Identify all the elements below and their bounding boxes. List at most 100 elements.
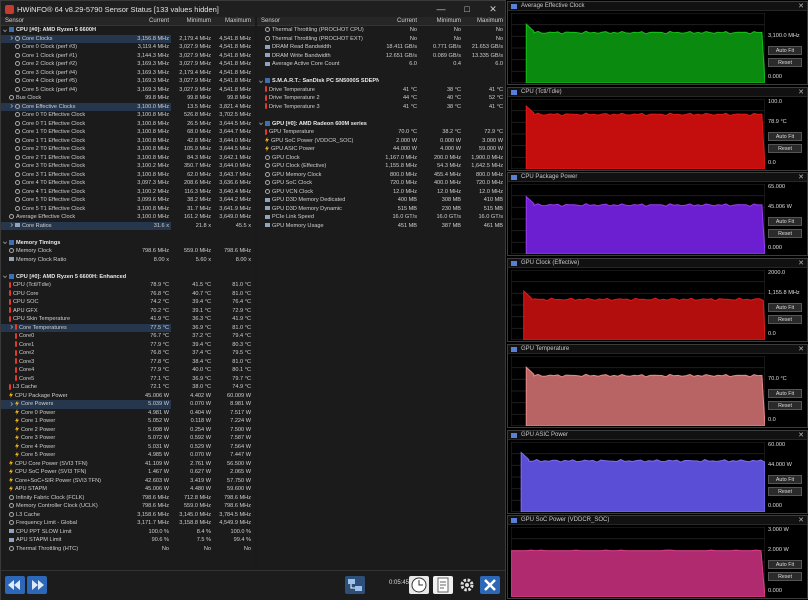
- graph-panel[interactable]: GPU SoC Power (VDDCR_SOC) ✕ 3.000 W 2.000 W…: [507, 515, 808, 600]
- sensor-row[interactable]: GPU Clock (Effective) 1,155.8 MHz 54.3 MHz…: [257, 162, 505, 171]
- title-bar[interactable]: HWiNFO® 64 v8.29-5790 Sensor Status [133…: [1, 1, 505, 17]
- graph-titlebar[interactable]: Average Effective Clock ✕: [508, 2, 807, 11]
- sensor-row[interactable]: GPU SoC Power (VDDCR_SOC) 2.000 W 0.000 W 3…: [257, 137, 505, 146]
- sensor-row[interactable]: Core 3 Clock (perf #4) 3,169.3 MHz 2,179.4…: [1, 69, 255, 78]
- sensor-row[interactable]: Core 3 T0 Effective Clock 3,100.2 MHz 350.…: [1, 162, 255, 171]
- sensor-row[interactable]: Core 0 T0 Effective Clock 3,100.8 MHz 526.…: [1, 111, 255, 120]
- sensor-row[interactable]: APU STAPM Limit 90.6 % 7.5 % 99.4 %: [1, 536, 255, 545]
- sensor-row[interactable]: GPU D3D Memory Dedicated 400 MB 308 MB 410 …: [257, 196, 505, 205]
- reset-button[interactable]: Reset: [768, 58, 802, 67]
- sensor-row[interactable]: Core 4 T1 Effective Clock 3,100.2 MHz 116.…: [1, 188, 255, 197]
- header-current[interactable]: Current: [137, 17, 171, 25]
- sensor-row[interactable]: Core 1 T0 Effective Clock 3,100.8 MHz 68.0…: [1, 128, 255, 137]
- sensor-pane-right[interactable]: Sensor Current Minimum Maximum Thermal T…: [257, 17, 505, 570]
- expand-chevron-icon[interactable]: [3, 274, 7, 278]
- sensor-row[interactable]: Core2 76.8 °C 37.4 °C 79.5 °C: [1, 349, 255, 358]
- sensor-row[interactable]: GPU Memory Clock 800.0 MHz 455.4 MHz 800.0 …: [257, 171, 505, 180]
- close-button[interactable]: ✕: [481, 1, 505, 17]
- auto-fit-button[interactable]: Auto Fit: [768, 46, 802, 55]
- sensor-row[interactable]: Core1 77.9 °C 39.4 °C 80.3 °C: [1, 341, 255, 350]
- close-icon[interactable]: ✕: [798, 516, 804, 525]
- sensor-row[interactable]: Core 4 Clock (perf #5) 3,169.3 MHz 3,027.9…: [1, 77, 255, 86]
- sensor-row[interactable]: DRAM Read Bandwidth 18.411 GB/s 0.771 GB/s…: [257, 43, 505, 52]
- sensor-row[interactable]: Memory Controller Clock (UCLK) 798.6 MHz 5…: [1, 502, 255, 511]
- auto-fit-button[interactable]: Auto Fit: [768, 474, 802, 484]
- header-sensor[interactable]: Sensor: [257, 17, 379, 25]
- network-button[interactable]: [345, 576, 365, 594]
- sensor-row[interactable]: Bus Clock 99.8 MHz 99.8 MHz 99.8 MHz: [1, 94, 255, 103]
- expand-chevron-icon[interactable]: [3, 240, 7, 244]
- sensor-row[interactable]: CPU Package Power 45.006 W 4.402 W 60.009 W: [1, 392, 255, 401]
- sensor-row[interactable]: Core 0 T1 Effective Clock 3,100.8 MHz 26.5…: [1, 120, 255, 129]
- auto-fit-button[interactable]: Auto Fit: [768, 217, 802, 227]
- sensor-row[interactable]: GPU VCN Clock 12.0 MHz 12.0 MHz 12.0 MHz: [257, 188, 505, 197]
- sensor-row[interactable]: Memory Clock Ratio 8.00 x 5.60 x 8.00 x: [1, 256, 255, 265]
- sensor-row[interactable]: Core3 77.8 °C 38.4 °C 81.0 °C: [1, 358, 255, 367]
- sensor-row[interactable]: Core 5 Clock (perf #4) 3,169.3 MHz 3,027.9…: [1, 86, 255, 95]
- header-minimum[interactable]: Minimum: [419, 17, 463, 25]
- sensor-row[interactable]: Core0 76.7 °C 37.2 °C 79.4 °C: [1, 332, 255, 341]
- sensor-group-header[interactable]: CPU [#0]: AMD Ryzen 5 6600H: Enhanced: [1, 273, 255, 282]
- graph-panel[interactable]: Average Effective Clock ✕ 3,100.0 MHz Auto …: [507, 1, 808, 85]
- sensor-group-header[interactable]: S.M.A.R.T.: SanDisk PC SN5000S SDEPNSJ-1…: [257, 77, 505, 86]
- sensor-row[interactable]: Core 0 Power 4.981 W 0.404 W 7.517 W: [1, 409, 255, 418]
- graph-titlebar[interactable]: GPU ASIC Power ✕: [508, 430, 807, 440]
- reset-button[interactable]: Reset: [768, 315, 802, 325]
- close-icon[interactable]: ✕: [798, 259, 804, 268]
- graph-titlebar[interactable]: CPU (Tctl/Tdie) ✕: [508, 87, 807, 97]
- expand-chevron-icon[interactable]: [259, 121, 263, 125]
- expand-chevron-icon[interactable]: [3, 27, 7, 32]
- close-icon[interactable]: ✕: [798, 2, 804, 11]
- sensor-row[interactable]: Core+SoC+SIR Power (SVI3 TFN) 42.603 W 3.4…: [1, 477, 255, 486]
- sensor-row[interactable]: APU STAPM 45.006 W 4.480 W 59.600 W: [1, 485, 255, 494]
- sensor-row[interactable]: Core Ratios 31.6 x 21.8 x 45.5 x: [1, 221, 255, 230]
- sensor-row[interactable]: APU GFX 70.2 °C 39.1 °C 72.9 °C: [1, 307, 255, 316]
- sensor-row[interactable]: Thermal Throttling (HTC) No No No: [1, 545, 255, 554]
- graph-titlebar[interactable]: CPU Package Power ✕: [508, 173, 807, 183]
- close-icon[interactable]: ✕: [798, 431, 804, 440]
- reset-button[interactable]: Reset: [768, 143, 802, 153]
- sensor-row[interactable]: Core Effective Clocks 3,100.0 MHz 13.5 MHz…: [1, 102, 255, 111]
- sensor-row[interactable]: GPU Memory Usage 451 MB 387 MB 461 MB: [257, 222, 505, 231]
- sensor-row[interactable]: Core Powers 5.039 W 0.070 W 8.981 W: [1, 400, 255, 409]
- header-maximum[interactable]: Maximum: [463, 17, 505, 25]
- sensor-row[interactable]: Thermal Throttling (PROCHOT CPU) No No No: [257, 26, 505, 35]
- sensor-row[interactable]: Memory Clock 798.6 MHz 559.0 MHz 798.6 MHz: [1, 247, 255, 256]
- sensor-row[interactable]: Frequency Limit - Global 3,171.7 MHz 3,158…: [1, 519, 255, 528]
- sensor-row[interactable]: CPU (Tctl/Tdie) 78.9 °C 41.5 °C 81.0 °C: [1, 281, 255, 290]
- collapse-chevron-icon[interactable]: [9, 325, 13, 329]
- reset-button[interactable]: Reset: [768, 486, 802, 496]
- sensor-row[interactable]: Core 5 T1 Effective Clock 3,100.8 MHz 31.7…: [1, 205, 255, 214]
- sensor-row[interactable]: Core 3 Power 5.072 W 0.592 W 7.587 W: [1, 434, 255, 443]
- graph-panel[interactable]: GPU Temperature ✕ 70.0 °C Auto Fit Reset 0.0: [507, 343, 808, 428]
- sensor-row[interactable]: L3 Cache 3,158.6 MHz 3,145.0 MHz 3,784.5 MH…: [1, 511, 255, 520]
- collapse-chevron-icon[interactable]: [9, 223, 13, 227]
- sensor-row[interactable]: DRAM Write Bandwidth 12.651 GB/s 0.089 GB/…: [257, 52, 505, 61]
- sensor-row[interactable]: Drive Temperature 3 41 °C 38 °C 41 °C: [257, 103, 505, 112]
- sensor-group-header[interactable]: GPU [#0]: AMD Radeon 600M series: [257, 120, 505, 129]
- nav-left-button[interactable]: [5, 576, 25, 594]
- collapse-chevron-icon[interactable]: [9, 36, 13, 40]
- sensor-group-header[interactable]: Memory Timings: [1, 239, 255, 248]
- auto-fit-button[interactable]: Auto Fit: [768, 131, 802, 141]
- sensor-row[interactable]: GPU Temperature 70.0 °C 38.2 °C 72.9 °C: [257, 128, 505, 137]
- header-maximum[interactable]: Maximum: [213, 17, 253, 25]
- graph-panel[interactable]: CPU Package Power ✕ 65.000 45.006 W Auto Fit…: [507, 172, 808, 257]
- expand-chevron-icon[interactable]: [259, 78, 263, 83]
- graph-panel[interactable]: GPU Clock (Effective) ✕ 2000.0 1,155.8 MHz A…: [507, 258, 808, 343]
- sensor-row[interactable]: Core Clocks 3,156.8 MHz 2,179.4 MHz 4,541.8…: [1, 34, 255, 43]
- settings-button[interactable]: [457, 576, 477, 594]
- sensor-row[interactable]: Infinity Fabric Clock (FCLK) 798.6 MHz 712…: [1, 494, 255, 503]
- close-icon[interactable]: ✕: [798, 345, 804, 354]
- sensor-row[interactable]: Core 5 T0 Effective Clock 3,099.6 MHz 38.2…: [1, 196, 255, 205]
- sensor-row[interactable]: Thermal Throttling (PROCHOT EXT) No No No: [257, 35, 505, 44]
- sensor-row[interactable]: CPU Core 76.8 °C 40.7 °C 81.0 °C: [1, 290, 255, 299]
- sensor-row[interactable]: Core 2 T0 Effective Clock 3,100.8 MHz 105.…: [1, 145, 255, 154]
- close-icon[interactable]: ✕: [798, 173, 804, 182]
- sensor-row[interactable]: CPU SOC 74.2 °C 39.4 °C 76.4 °C: [1, 298, 255, 307]
- auto-fit-button[interactable]: Auto Fit: [768, 303, 802, 313]
- auto-fit-button[interactable]: Auto Fit: [768, 560, 802, 570]
- graph-titlebar[interactable]: GPU Clock (Effective) ✕: [508, 259, 807, 269]
- minimize-button[interactable]: —: [429, 1, 453, 17]
- header-sensor[interactable]: Sensor: [1, 17, 137, 25]
